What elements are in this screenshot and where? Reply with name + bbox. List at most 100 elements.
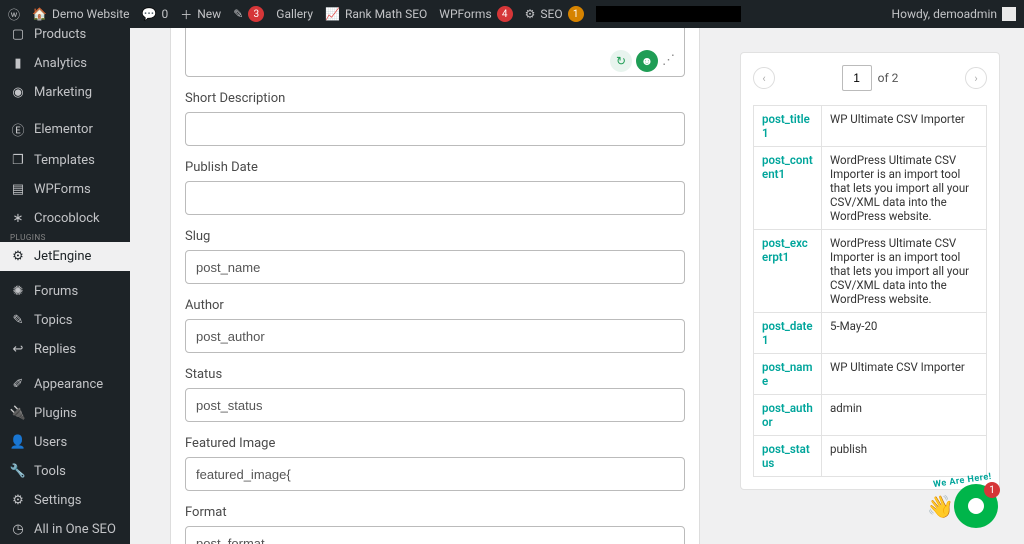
preview-key: post_name	[754, 354, 822, 395]
plug-icon: 🔌	[10, 406, 26, 421]
content-box[interactable]: ↻ ☻ ⋰	[185, 28, 685, 77]
seo-link[interactable]: ⚙SEO1	[525, 6, 584, 22]
chat-widget[interactable]: We Are Here! 👋 1	[954, 484, 998, 528]
wave-hand-icon: 👋	[927, 495, 954, 520]
preview-key: post_status	[754, 436, 822, 477]
input-featured[interactable]	[185, 457, 685, 491]
sidebar-item-jetengine[interactable]: ⚙JetEngine	[0, 242, 130, 271]
input-format[interactable]	[185, 526, 685, 544]
table-row: post_date15-May-20	[754, 313, 987, 354]
sidebar-item-elementor[interactable]: ⒺElementor	[0, 113, 130, 146]
preview-key: post_date1	[754, 313, 822, 354]
label-slug: Slug	[185, 229, 685, 244]
gear-icon: ⚙	[10, 493, 26, 508]
sidebar-item-plugins[interactable]: 🔌Plugins	[0, 399, 130, 428]
bot-icon[interactable]: ☻	[636, 50, 658, 72]
table-row: post_title1WP Ultimate CSV Importer	[754, 106, 987, 147]
table-row: post_excerpt1WordPress Ultimate CSV Impo…	[754, 230, 987, 313]
preview-val: 5-May-20	[822, 313, 987, 354]
gallery-link[interactable]: Gallery	[276, 7, 313, 21]
box-icon: ▢	[10, 28, 26, 42]
sidebar-item-settings[interactable]: ⚙Settings	[0, 486, 130, 515]
form-icon: ▤	[10, 182, 26, 197]
preview-val: admin	[822, 395, 987, 436]
next-page-button[interactable]: ›	[965, 67, 987, 89]
sidebar-item-appearance[interactable]: ✐Appearance	[0, 370, 130, 399]
page-number-input[interactable]	[842, 65, 872, 91]
admin-bar: ⓦ 🏠Demo Website 💬0 ＋New ✎3 Gallery 📈Rank…	[0, 0, 1024, 28]
chat-bubble-icon[interactable]: 1	[954, 484, 998, 528]
jet-icon: ⚙	[10, 249, 26, 264]
table-row: post_content1WordPress Ultimate CSV Impo…	[754, 147, 987, 230]
label-short-desc: Short Description	[185, 91, 685, 106]
label-status: Status	[185, 367, 685, 382]
sidebar-item-forums[interactable]: ✺Forums	[0, 277, 130, 306]
main-area: ↻ ☻ ⋰ Short Description Publish Date Slu…	[130, 28, 1024, 544]
input-status[interactable]	[185, 388, 685, 422]
megaphone-icon: ◉	[10, 85, 26, 100]
aioseo-icon: ◷	[10, 522, 26, 537]
pager: ‹ of 2 ›	[753, 65, 987, 91]
sidebar-item-aioseo[interactable]: ◷All in One SEO	[0, 515, 130, 544]
input-short-desc[interactable]	[185, 112, 685, 146]
blackout-area	[596, 6, 741, 22]
table-row: post_nameWP Ultimate CSV Importer	[754, 354, 987, 395]
rankmath-link[interactable]: 📈Rank Math SEO	[325, 7, 427, 21]
preview-val: WordPress Ultimate CSV Importer is an im…	[822, 147, 987, 230]
preview-table: post_title1WP Ultimate CSV Importer post…	[753, 105, 987, 477]
chat-badge: 1	[984, 482, 1000, 498]
label-publish-date: Publish Date	[185, 160, 685, 175]
refresh-icon[interactable]: ↻	[610, 50, 632, 72]
input-publish-date[interactable]	[185, 181, 685, 215]
sidebar-item-users[interactable]: 👤Users	[0, 428, 130, 457]
wp-logo[interactable]: ⓦ	[8, 6, 20, 23]
chat-icon: ✺	[10, 284, 26, 299]
admin-sidebar: ▢Products ▮Analytics ◉Marketing ⒺElement…	[0, 28, 130, 544]
wpforms-link[interactable]: WPForms4	[439, 6, 512, 22]
comments-link[interactable]: 💬0	[142, 7, 169, 21]
reply-icon: ↩	[10, 342, 26, 357]
resize-icon[interactable]: ⋰	[662, 53, 678, 69]
preview-key: post_author	[754, 395, 822, 436]
user-icon: 👤	[10, 435, 26, 450]
page-total: of 2	[878, 71, 899, 85]
new-content[interactable]: ＋New	[180, 6, 221, 23]
croco-icon: ∗	[10, 211, 26, 226]
preview-panel: ‹ of 2 › post_title1WP Ultimate CSV Impo…	[740, 52, 1000, 490]
site-name[interactable]: 🏠Demo Website	[32, 7, 130, 21]
topic-icon: ✎	[10, 313, 26, 328]
sidebar-item-replies[interactable]: ↩Replies	[0, 335, 130, 364]
plugins-tag: PLUGINS	[0, 233, 130, 242]
preview-key: post_content1	[754, 147, 822, 230]
brush-icon: ✐	[10, 377, 26, 392]
input-author[interactable]	[185, 319, 685, 353]
prev-page-button[interactable]: ‹	[753, 67, 775, 89]
preview-val: publish	[822, 436, 987, 477]
preview-val: WP Ultimate CSV Importer	[822, 106, 987, 147]
preview-val: WP Ultimate CSV Importer	[822, 354, 987, 395]
sidebar-item-templates[interactable]: ❐Templates	[0, 146, 130, 175]
sidebar-item-analytics[interactable]: ▮Analytics	[0, 49, 130, 78]
sidebar-item-tools[interactable]: 🔧Tools	[0, 457, 130, 486]
howdy-user[interactable]: Howdy, demoadmin	[892, 7, 1016, 21]
preview-val: WordPress Ultimate CSV Importer is an im…	[822, 230, 987, 313]
wrench-icon: 🔧	[10, 464, 26, 479]
label-author: Author	[185, 298, 685, 313]
bars-icon: ▮	[10, 56, 26, 71]
sidebar-item-crocoblock[interactable]: ∗Crocoblock	[0, 204, 130, 233]
templates-icon: ❐	[10, 153, 26, 168]
table-row: post_statuspublish	[754, 436, 987, 477]
sidebar-item-topics[interactable]: ✎Topics	[0, 306, 130, 335]
avatar	[1002, 7, 1016, 21]
sidebar-item-marketing[interactable]: ◉Marketing	[0, 78, 130, 107]
preview-key: post_title1	[754, 106, 822, 147]
preview-key: post_excerpt1	[754, 230, 822, 313]
input-slug[interactable]	[185, 250, 685, 284]
table-row: post_authoradmin	[754, 395, 987, 436]
label-format: Format	[185, 505, 685, 520]
label-featured: Featured Image	[185, 436, 685, 451]
sidebar-item-wpforms[interactable]: ▤WPForms	[0, 175, 130, 204]
elementor-icon: Ⓔ	[10, 120, 26, 139]
yoast-icon[interactable]: ✎3	[233, 6, 264, 22]
sidebar-item-products[interactable]: ▢Products	[0, 28, 130, 49]
